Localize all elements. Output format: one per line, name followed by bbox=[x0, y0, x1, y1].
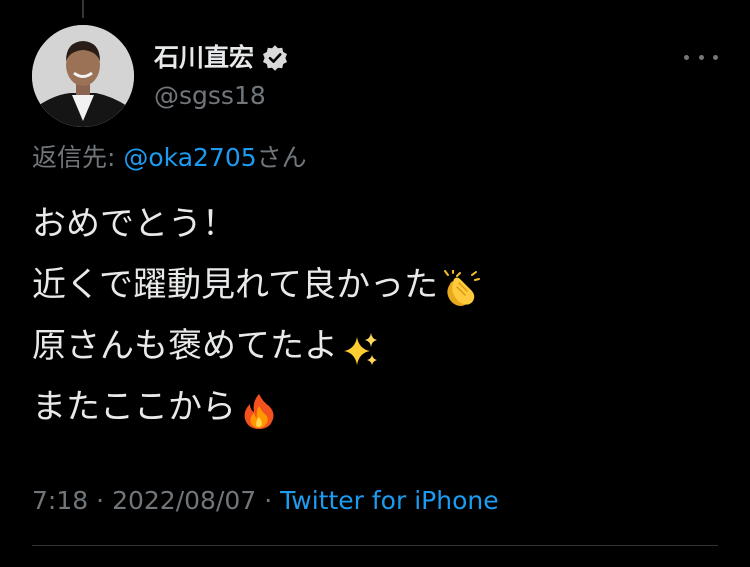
name-row: 石川直宏 bbox=[154, 41, 288, 75]
tweet-line-text: またここから bbox=[32, 387, 236, 427]
sparkles-icon bbox=[342, 328, 380, 366]
avatar-photo bbox=[32, 25, 134, 127]
user-handle[interactable]: @sgss18 bbox=[154, 81, 266, 111]
tweet-line: おめでとう！ bbox=[32, 194, 722, 255]
fire-icon bbox=[240, 389, 278, 429]
tweet-source-link[interactable]: Twitter for iPhone bbox=[280, 486, 498, 515]
meta-separator: · bbox=[96, 486, 105, 515]
reply-to-mention[interactable]: @oka2705 bbox=[123, 143, 256, 172]
display-name[interactable]: 石川直宏 bbox=[154, 43, 254, 73]
tweet-line-text: おめでとう！ bbox=[32, 204, 236, 244]
tweet-text: おめでとう！ 近くで躍動見れて良かった 原さんも褒めてたよ またここから bbox=[32, 194, 722, 438]
more-options-icon[interactable] bbox=[684, 47, 718, 67]
more-dot bbox=[713, 54, 718, 60]
more-dot bbox=[684, 54, 689, 60]
reply-to-prefix: 返信先: bbox=[32, 143, 124, 172]
tweet-meta: 7:18 · 2022/08/07 · Twitter for iPhone bbox=[32, 484, 499, 518]
tweet-header: 石川直宏 @sgss18 bbox=[32, 25, 722, 129]
divider bbox=[32, 545, 718, 546]
meta-separator: · bbox=[264, 486, 273, 515]
tweet-time[interactable]: 7:18 bbox=[32, 486, 88, 515]
tweet-line-text: 近くで躍動見れて良かった bbox=[32, 265, 438, 305]
more-dot bbox=[698, 54, 704, 60]
tweet-date[interactable]: 2022/08/07 bbox=[112, 486, 256, 515]
avatar[interactable] bbox=[32, 25, 134, 127]
verified-badge-icon bbox=[262, 45, 288, 71]
reply-to-suffix: さん bbox=[256, 143, 307, 172]
tweet-line: 近くで躍動見れて良かった bbox=[32, 255, 722, 316]
tweet-line: 原さんも褒めてたよ bbox=[32, 316, 722, 377]
tweet-line-text: 原さんも褒めてたよ bbox=[32, 326, 338, 366]
thread-connector-line bbox=[82, 0, 84, 18]
reply-to-line: 返信先: @oka2705さん bbox=[32, 142, 307, 174]
tweet-line: またここから bbox=[32, 377, 722, 438]
clapping-hands-icon bbox=[442, 267, 480, 306]
